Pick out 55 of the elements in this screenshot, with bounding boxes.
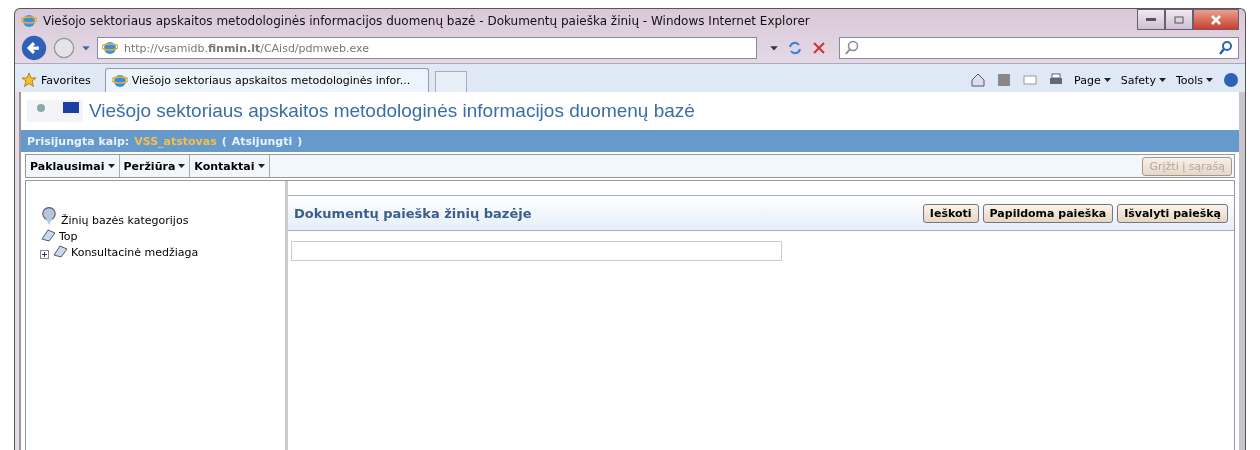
forward-icon bbox=[53, 37, 75, 59]
close-button[interactable] bbox=[1193, 9, 1239, 30]
tree-root[interactable]: Žinių bazės kategorijos bbox=[61, 214, 189, 227]
search-action-button[interactable]: Ieškoti bbox=[922, 203, 979, 223]
command-menu[interactable]: Tools bbox=[1175, 73, 1213, 87]
caret-icon bbox=[1103, 78, 1111, 82]
refresh-icon bbox=[787, 40, 803, 56]
menu-item[interactable]: Peržiūra bbox=[119, 155, 191, 177]
url-text: http://vsamidb.finmin.lt/CAisd/pdmweb.exe bbox=[124, 41, 369, 55]
browser-logo-icon bbox=[21, 13, 37, 29]
caret-icon bbox=[1206, 78, 1213, 82]
caret-icon bbox=[1158, 78, 1166, 82]
caret-icon bbox=[178, 164, 186, 168]
minimize-icon bbox=[1146, 17, 1156, 22]
tree-item[interactable]: Top bbox=[59, 230, 78, 243]
search-action-button[interactable]: Papildoma paieška bbox=[982, 203, 1114, 223]
back-icon bbox=[21, 35, 47, 61]
user-name: VSS_atstovas bbox=[134, 134, 217, 148]
maximize-icon bbox=[1174, 15, 1184, 24]
login-label: Prisijungta kaip: bbox=[27, 134, 130, 148]
search-icon bbox=[844, 40, 860, 56]
favorites-button[interactable]: Favorites bbox=[21, 68, 99, 92]
logo-icon bbox=[27, 98, 83, 124]
command-menu[interactable]: Page bbox=[1074, 73, 1111, 87]
search-input[interactable] bbox=[291, 241, 782, 261]
search-field[interactable] bbox=[839, 37, 1239, 59]
window-title: Viešojo sektoriaus apskaitos metodologinės informacijos duomenų bazė - Dokumentų paieška žinių - Windows Internet Explorer bbox=[43, 14, 811, 28]
home-icon bbox=[970, 72, 987, 88]
expand-icon[interactable] bbox=[40, 250, 49, 259]
panel-title: Dokumentų paieška žinių bazėje bbox=[294, 205, 532, 221]
book-icon bbox=[40, 227, 56, 243]
dropdown-icon bbox=[81, 43, 91, 53]
menu-item[interactable]: Paklausimai bbox=[26, 155, 120, 177]
close-icon bbox=[1211, 14, 1221, 25]
browser-tab[interactable]: Viešojo sektoriaus apskaitos metodologinės infor... bbox=[104, 68, 429, 92]
pin-icon bbox=[40, 205, 58, 227]
minimize-button[interactable] bbox=[1137, 9, 1165, 30]
stop-icon bbox=[811, 40, 827, 56]
caret-icon bbox=[107, 164, 115, 168]
search-action-button[interactable]: Išvalyti paiešką bbox=[1117, 203, 1228, 223]
parenthesis: ( bbox=[221, 134, 227, 148]
book-icon bbox=[52, 243, 68, 259]
address-field[interactable]: http://vsamidb.finmin.lt/CAisd/pdmweb.exe bbox=[97, 37, 757, 59]
star-icon bbox=[21, 72, 37, 88]
tree-item[interactable]: Konsultacinė medžiaga bbox=[71, 246, 199, 259]
browser-logo-icon bbox=[102, 40, 118, 56]
browser-logo-icon bbox=[111, 72, 128, 89]
maximize-button[interactable] bbox=[1165, 9, 1193, 30]
command-menu[interactable]: Safety bbox=[1120, 73, 1166, 87]
page-title: Viešojo sektoriaus apskaitos metodologinės informacijos duomenų bazė bbox=[89, 100, 695, 122]
caret-icon bbox=[257, 164, 265, 168]
parenthesis: ) bbox=[297, 134, 303, 148]
search-icon bbox=[1218, 40, 1234, 56]
dropdown-icon bbox=[769, 43, 779, 53]
menu-item[interactable]: Kontaktai bbox=[190, 155, 270, 177]
